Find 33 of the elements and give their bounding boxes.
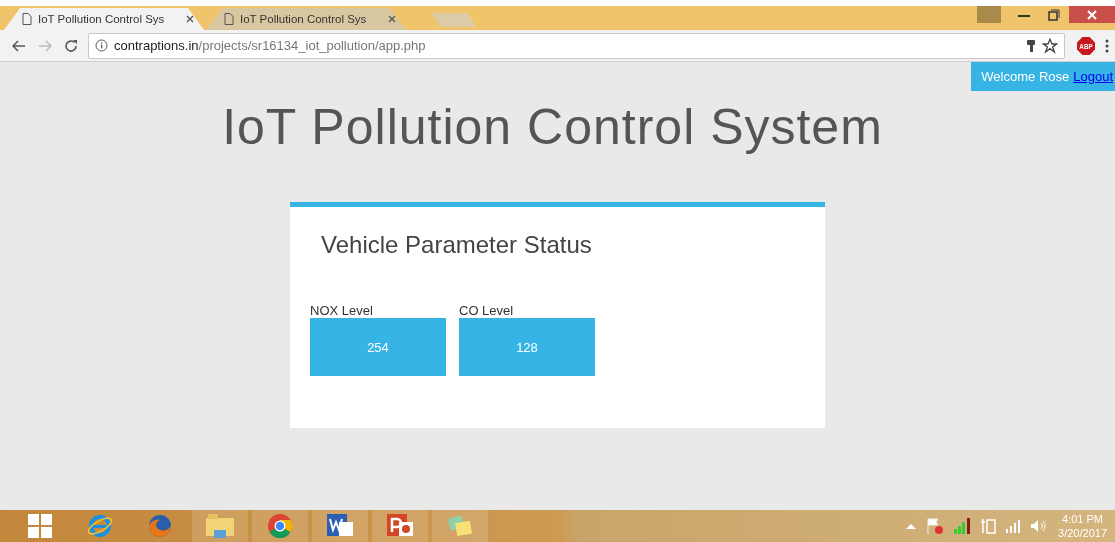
parameter-label: CO Level <box>459 303 515 318</box>
browser-tab[interactable]: IoT Pollution Control Sys <box>4 8 204 30</box>
time-text: 4:01 PM <box>1061 512 1104 526</box>
info-icon <box>95 39 108 52</box>
network-bars-icon[interactable] <box>1006 519 1021 533</box>
close-icon <box>1087 9 1097 20</box>
signal-bars-icon[interactable] <box>954 518 971 534</box>
menu-icon[interactable] <box>1105 38 1109 53</box>
page-title: IoT Pollution Control System <box>222 98 884 156</box>
browser-tab[interactable]: IoT Pollution Control Sys <box>206 8 406 30</box>
address-field[interactable]: contraptions.in/projects/sr16134_iot_pollution/app.php <box>88 32 1065 59</box>
page-icon <box>224 13 234 25</box>
caret-up-icon[interactable] <box>906 523 917 529</box>
reload-icon[interactable] <box>64 38 78 53</box>
slides-icon[interactable] <box>372 510 428 542</box>
welcome-text: Welcome Rose <box>981 69 1070 84</box>
parameter-value: 254 <box>310 318 446 376</box>
logout-link[interactable]: Logout <box>1073 69 1113 84</box>
chrome-icon[interactable] <box>252 510 308 542</box>
close-button[interactable] <box>1069 6 1115 23</box>
restore-button[interactable] <box>1048 8 1060 21</box>
flag-icon[interactable] <box>926 518 945 534</box>
close-icon[interactable] <box>388 15 396 23</box>
page-icon <box>22 13 32 25</box>
parameter-value: 128 <box>459 318 595 376</box>
key-icon[interactable] <box>1026 38 1036 53</box>
word-document-icon[interactable] <box>312 510 368 542</box>
parameter-label: NOX Level <box>310 303 374 318</box>
card-heading: Vehicle Parameter Status <box>321 231 593 259</box>
star-icon[interactable] <box>1042 37 1058 54</box>
close-icon[interactable] <box>186 15 194 23</box>
date-text: 3/20/2017 <box>1058 526 1107 540</box>
back-icon[interactable] <box>12 39 26 52</box>
